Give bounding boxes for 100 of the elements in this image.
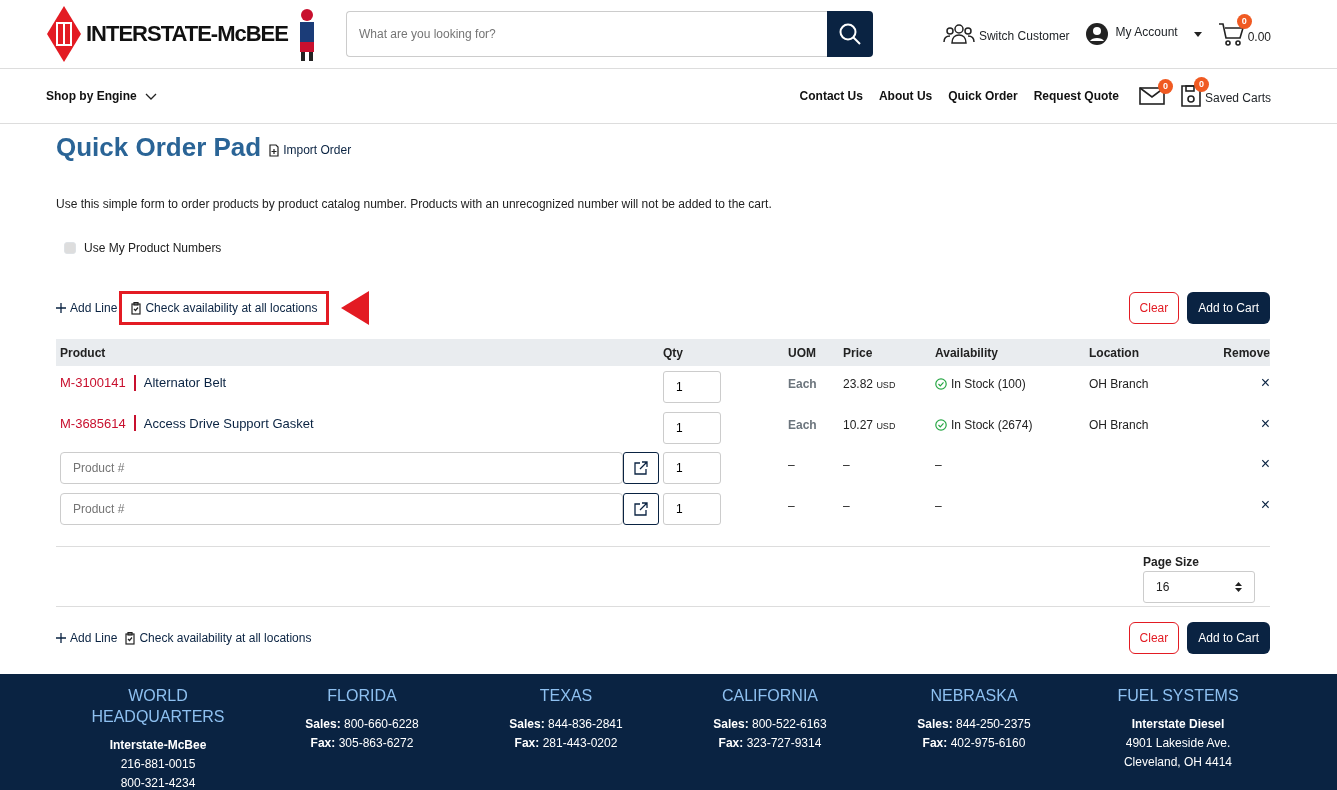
add-to-cart-button[interactable]: Add to Cart (1187, 622, 1270, 655)
column-header: Remove (1222, 344, 1270, 362)
column-header: Price (843, 344, 874, 362)
saved-carts-link[interactable]: Saved Carts (1204, 89, 1271, 107)
nav-link[interactable]: About Us (878, 87, 933, 105)
quantity-field[interactable]: 1 (663, 371, 721, 404)
footer-text: Sales: 844-250-2375 (916, 716, 1032, 733)
plus-icon (56, 633, 66, 644)
search-button[interactable] (827, 11, 873, 57)
remove-button[interactable]: × (1260, 374, 1270, 392)
check-circle-icon (935, 378, 947, 391)
remove-button[interactable]: × (1260, 495, 1270, 513)
product-number-field[interactable]: Product # (60, 452, 623, 485)
import-order-link[interactable]: Import Order (269, 141, 352, 160)
price-text: – (843, 498, 850, 513)
switch-customer-link[interactable]: Switch Customer (942, 23, 1070, 45)
dropdown-caret-icon[interactable] (1193, 31, 1202, 37)
quantity-field[interactable]: 1 (663, 492, 721, 525)
sort-arrows-icon (1235, 582, 1242, 593)
page-size-select[interactable]: 16 (1143, 571, 1255, 604)
envelope-icon[interactable] (1138, 87, 1165, 105)
page-title: Quick Order Pad (56, 132, 262, 164)
availability-text: In Stock (2674) (951, 416, 1033, 434)
my-account-link[interactable]: My Account (1085, 23, 1178, 45)
price-text: – (843, 458, 850, 473)
logo-wordmark: INTERSTATE-McBEE (86, 20, 288, 48)
footer-heading: CALIFORNIA (721, 686, 819, 707)
location-text: OH Branch (1089, 377, 1149, 392)
uom-text: – (788, 458, 795, 473)
chevron-down-icon (144, 92, 157, 100)
footer-text: Sales: 800-522-6163 (712, 716, 828, 733)
clear-button[interactable]: Clear (1128, 292, 1180, 325)
uom-text: Each (788, 377, 817, 392)
column-header: Product (59, 344, 107, 362)
currency-text: USD (876, 420, 896, 431)
footer-text: 216-881-0015 (119, 755, 197, 773)
search-icon (838, 22, 862, 46)
location-text: OH Branch (1089, 417, 1149, 432)
checkbox-label: Use My Product Numbers (84, 240, 222, 258)
people-icon (942, 23, 975, 45)
column-header: Location (1089, 344, 1140, 362)
product-number-link[interactable]: M-3685614 (60, 413, 126, 434)
diamond-logo-icon (46, 5, 82, 63)
plus-icon (56, 303, 66, 314)
footer-heading: NEBRASKA (929, 686, 1019, 707)
footer-text: Sales: 844-836-2841 (508, 716, 624, 733)
user-icon (1085, 23, 1108, 45)
quantity-field[interactable]: 1 (663, 411, 721, 444)
availability-text: – (935, 497, 942, 515)
nav-link[interactable]: Quick Order (948, 87, 1018, 105)
footer-heading: FLORIDA (326, 686, 398, 707)
cart-count-badge: 0 (1236, 14, 1252, 29)
description-text: Use this simple form to order products by product catalog number. Products with an unrecognized number will not be added to the cart. (56, 196, 773, 214)
product-name: Alternator Belt (143, 374, 227, 393)
clipboard-check-icon (131, 301, 142, 315)
open-lookup-button[interactable] (623, 492, 659, 525)
nav-link[interactable]: Contact Us (799, 87, 863, 105)
footer-text: 4901 Lakeside Ave. (1124, 735, 1232, 752)
availability-text: – (935, 457, 942, 475)
column-header: Qty (663, 344, 684, 362)
footer-text: Sales: 800-660-6228 (304, 716, 420, 733)
column-header: UOM (788, 344, 817, 362)
use-my-product-numbers-checkbox[interactable] (64, 242, 76, 255)
price-text: 10.27 (843, 417, 874, 432)
message-count-badge: 0 (1157, 79, 1173, 94)
add-line-link[interactable]: Add Line (56, 299, 118, 318)
product-number-link[interactable]: M-3100141 (60, 373, 126, 393)
saved-carts-badge: 0 (1193, 77, 1209, 92)
pointer-arrow-icon (341, 291, 370, 326)
currency-text: USD (876, 380, 896, 391)
uom-text: – (788, 498, 795, 513)
add-to-cart-button[interactable]: Add to Cart (1187, 292, 1270, 325)
quantity-field[interactable]: 1 (663, 452, 721, 485)
remove-button[interactable]: × (1260, 455, 1270, 473)
price-text: 23.82 (843, 377, 874, 392)
check-availability-link[interactable]: Check availability at all locations (125, 297, 324, 320)
check-availability-link[interactable]: Check availability at all locations (125, 629, 312, 648)
footer-text: 800-321-4234 (119, 774, 197, 790)
open-lookup-button[interactable] (623, 452, 659, 485)
footer-text: Cleveland, OH 4414 (1122, 754, 1234, 771)
clear-button[interactable]: Clear (1128, 622, 1180, 655)
search-field[interactable]: What are you looking for? (346, 11, 827, 57)
cart-icon[interactable] (1217, 22, 1244, 46)
footer-heading: TEXAS (538, 686, 594, 707)
shop-by-engine-menu[interactable]: Shop by Engine (46, 87, 157, 105)
remove-button[interactable]: × (1260, 414, 1270, 432)
page-size-label: Page Size (1143, 554, 1201, 572)
cart-total: 0.00 (1247, 29, 1271, 46)
footer-text: Fax: 323-727-9314 (717, 735, 823, 752)
nav-link[interactable]: Request Quote (1033, 87, 1119, 105)
product-name: Access Drive Support Gasket (143, 414, 314, 433)
column-header: Availability (935, 344, 999, 362)
file-plus-icon (269, 143, 280, 157)
add-line-link[interactable]: Add Line (56, 629, 118, 648)
footer-heading: WORLD HEADQUARTERS (90, 686, 226, 727)
product-number-field[interactable]: Product # (60, 492, 623, 525)
uom-text: Each (788, 417, 817, 432)
footer-text: Fax: 281-443-0202 (513, 735, 619, 752)
separator-bar (133, 415, 136, 432)
footer-text: Fax: 402-975-6160 (921, 735, 1027, 752)
